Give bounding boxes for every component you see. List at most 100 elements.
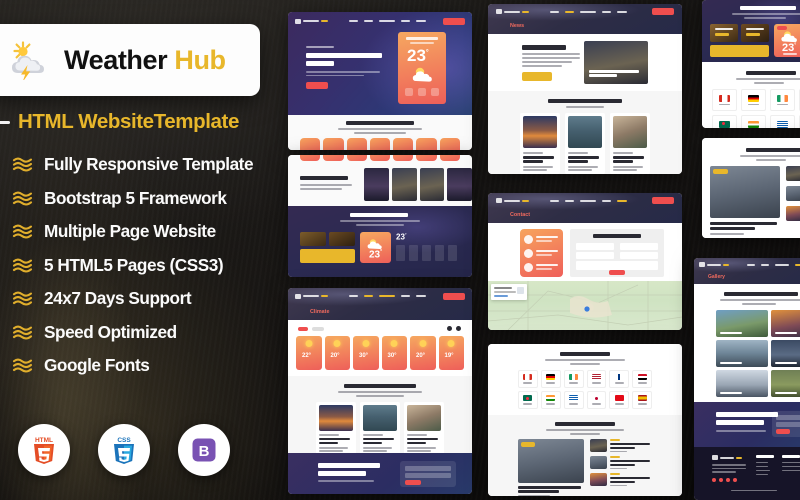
country-cell[interactable] (586, 370, 607, 388)
feature-item: Bootstrap 5 Framework (12, 182, 280, 216)
mockup-gallery-page[interactable]: Gallery (694, 258, 800, 500)
news-card[interactable] (360, 402, 400, 455)
contact-input[interactable] (576, 243, 614, 250)
mock-page-title: Climate (310, 309, 330, 315)
country-cell[interactable] (741, 89, 766, 111)
subtitle-dash (0, 120, 10, 124)
mockup-recent-search-page[interactable]: 23° 23° (288, 155, 472, 277)
mock-feature-image[interactable] (584, 41, 648, 84)
brand-name: Weather Hub (64, 45, 226, 76)
gallery-photo[interactable] (716, 340, 768, 367)
featured-article-image[interactable] (518, 439, 584, 483)
wave-bullet-icon (12, 257, 33, 274)
country-cell[interactable] (609, 370, 630, 388)
feature-label: Fully Responsive Template (44, 154, 254, 175)
svg-text:HTML: HTML (35, 437, 53, 444)
tech-badge-row: HTML CSS B (18, 424, 230, 476)
city-photo[interactable] (391, 168, 417, 201)
sun-cloud-lightning-icon (10, 40, 54, 82)
bootstrap-icon: B (192, 438, 216, 462)
feature-item: Fully Responsive Template (12, 148, 280, 182)
subtitle-text: HTML WebsiteTemplate (18, 110, 239, 133)
mockup-news-page[interactable]: News (488, 4, 682, 174)
mockup-contact-page[interactable]: Contact (488, 193, 682, 330)
side-article[interactable] (590, 473, 652, 486)
news-card[interactable] (404, 402, 444, 455)
country-cell[interactable] (770, 89, 795, 111)
current-weather-card: 23° (774, 24, 800, 57)
contact-info-panel (520, 229, 563, 277)
contact-input[interactable] (576, 252, 614, 259)
side-article[interactable] (590, 456, 652, 469)
mock-page-title: Contact (510, 212, 531, 218)
news-card[interactable] (565, 113, 605, 174)
feature-label: 5 HTML5 Pages (CSS3) (44, 254, 224, 275)
featured-article-image[interactable] (710, 166, 780, 218)
country-cell[interactable] (563, 391, 584, 409)
contact-textarea[interactable] (576, 261, 658, 270)
bootstrap-badge: B (178, 424, 230, 476)
side-article[interactable] (786, 206, 800, 221)
news-card[interactable] (610, 113, 650, 174)
feature-list: Fully Responsive Template Bootstrap 5 Fr… (12, 148, 280, 383)
side-article[interactable] (786, 166, 800, 181)
brand-name-accent: Hub (174, 44, 226, 75)
wave-bullet-icon (12, 290, 33, 307)
css3-badge: CSS (98, 424, 150, 476)
mock-nav-button[interactable] (442, 17, 465, 25)
gallery-photo[interactable] (716, 370, 768, 397)
city-photo[interactable] (447, 168, 472, 201)
svg-text:B: B (199, 443, 210, 460)
mockup-home-page[interactable]: 23° (288, 12, 472, 150)
mock-nav-links[interactable] (348, 20, 426, 22)
country-cell[interactable] (540, 391, 561, 409)
city-photo[interactable] (419, 168, 445, 201)
country-cell[interactable] (712, 115, 737, 128)
mock-hero-button[interactable] (306, 82, 328, 89)
country-cell[interactable] (518, 370, 538, 388)
country-cell[interactable] (563, 370, 584, 388)
gallery-photo[interactable] (770, 310, 800, 337)
feature-item: 5 HTML5 Pages (CSS3) (12, 249, 280, 283)
city-photo[interactable] (364, 168, 389, 201)
contact-input[interactable] (620, 243, 658, 250)
mockup-climate-page[interactable]: Climate 22° 20° 30° 30° 20° 19° (288, 288, 472, 494)
feature-label: 24x7 Days Support (44, 288, 192, 309)
html5-icon: HTML (34, 437, 54, 464)
gallery-photo[interactable] (770, 370, 800, 397)
wave-bullet-icon (12, 357, 33, 374)
country-cell[interactable] (540, 370, 561, 388)
feature-label: Multiple Page Website (44, 221, 216, 242)
country-cell[interactable] (632, 391, 652, 409)
mock-read-more-button[interactable] (522, 72, 552, 81)
contact-input[interactable] (620, 252, 658, 259)
mock-page-title: Gallery (708, 274, 725, 280)
country-cell[interactable] (770, 115, 795, 128)
country-cell[interactable] (741, 115, 766, 128)
side-article[interactable] (786, 186, 800, 201)
country-cell[interactable] (518, 391, 538, 409)
contact-submit-button[interactable] (609, 270, 625, 275)
wave-bullet-icon (12, 223, 33, 240)
mockup-hourly-forecast-page[interactable]: 23° (702, 0, 800, 128)
wave-bullet-icon (12, 190, 33, 207)
news-card[interactable] (316, 402, 356, 455)
feature-label: Bootstrap 5 Framework (44, 187, 227, 208)
country-cell[interactable] (609, 391, 630, 409)
mockup-forecast-news-page[interactable] (702, 138, 800, 238)
side-article[interactable] (590, 439, 652, 452)
gallery-photo[interactable] (770, 340, 800, 367)
gallery-photo[interactable] (716, 310, 768, 337)
sunset-card (741, 24, 769, 42)
feature-label: Google Fonts (44, 355, 150, 376)
sunrise-card (710, 24, 738, 42)
mockup-top-city-page[interactable] (488, 344, 682, 496)
country-cell[interactable] (632, 370, 652, 388)
news-card[interactable] (520, 113, 560, 174)
left-info-panel: Weather Hub HTML WebsiteTemplate Fully R… (0, 0, 282, 500)
country-cell[interactable] (586, 391, 607, 409)
brand-name-primary: Weather (64, 44, 168, 75)
mock-page-title: News (510, 23, 525, 29)
country-cell[interactable] (712, 89, 737, 111)
contact-map[interactable] (488, 281, 682, 330)
